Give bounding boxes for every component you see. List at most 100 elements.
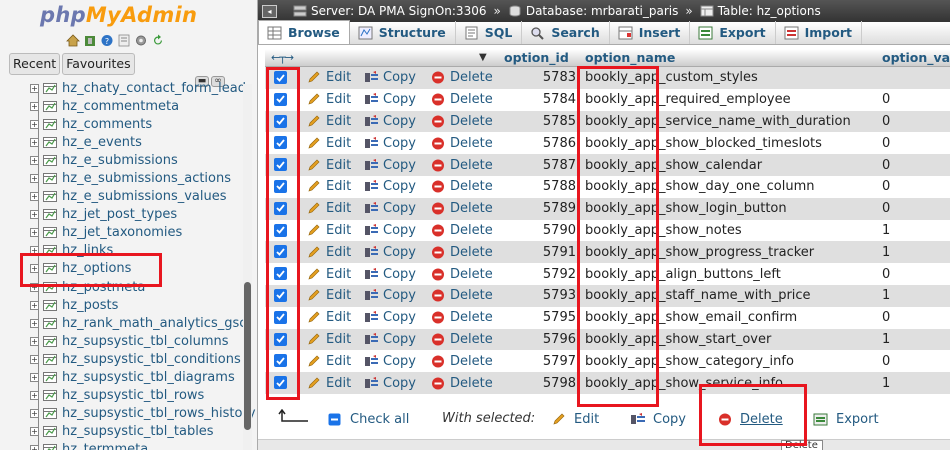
row-edit-button[interactable]: Edit xyxy=(307,114,351,129)
row-checkbox[interactable] xyxy=(274,92,287,106)
nav-table-item[interactable]: + hz_supsystic_tbl_diagrams xyxy=(30,369,242,387)
nav-table-item[interactable]: + hz_comments xyxy=(30,115,242,133)
row-edit-button[interactable]: Edit xyxy=(307,267,351,282)
reload-icon[interactable] xyxy=(151,34,165,47)
row-edit-button[interactable]: Edit xyxy=(307,158,351,173)
row-delete-button[interactable]: Delete xyxy=(431,376,493,391)
nav-table-item[interactable]: + hz_rank_math_analytics_gsc xyxy=(30,314,246,332)
row-delete-button[interactable]: Delete xyxy=(431,114,493,129)
row-edit-button[interactable]: Edit xyxy=(307,245,351,260)
nav-table-item[interactable]: + hz_termmeta xyxy=(30,441,242,450)
tab-structure[interactable]: Structure xyxy=(350,21,456,44)
row-edit-button[interactable]: Edit xyxy=(307,92,351,107)
sort-dropdown-icon[interactable]: ▼ xyxy=(479,52,487,63)
tab-import[interactable]: Import xyxy=(776,21,862,44)
expand-icon[interactable]: + xyxy=(30,174,39,184)
row-copy-button[interactable]: Copy xyxy=(364,354,416,369)
row-delete-button[interactable]: Delete xyxy=(431,267,493,282)
home-icon[interactable] xyxy=(66,34,80,47)
row-checkbox[interactable] xyxy=(274,310,287,324)
row-copy-button[interactable]: Copy xyxy=(364,201,416,216)
row-edit-button[interactable]: Edit xyxy=(307,223,351,238)
favourites-tab[interactable]: Favourites xyxy=(62,53,135,75)
column-arrows-icon[interactable]: ←┬→ xyxy=(271,51,294,64)
row-delete-button[interactable]: Delete xyxy=(431,70,493,85)
row-edit-button[interactable]: Edit xyxy=(307,288,351,303)
nav-table-item[interactable]: + hz_chaty_contact_form_lead xyxy=(30,79,246,97)
row-copy-button[interactable]: Copy xyxy=(364,70,416,85)
expand-icon[interactable]: + xyxy=(30,391,39,401)
row-copy-button[interactable]: Copy xyxy=(364,310,416,325)
tab-sql[interactable]: SQL xyxy=(456,21,523,44)
row-copy-button[interactable]: Copy xyxy=(364,245,416,260)
nav-table-item[interactable]: + hz_options xyxy=(30,260,242,278)
expand-icon[interactable]: + xyxy=(30,228,39,238)
row-delete-button[interactable]: Delete xyxy=(431,245,493,260)
nav-table-item[interactable]: + hz_jet_post_types xyxy=(30,206,242,224)
nav-table-item[interactable]: + hz_commentmeta xyxy=(30,97,242,115)
breadcrumb-table[interactable]: Table: hz_options xyxy=(718,4,821,18)
row-copy-button[interactable]: Copy xyxy=(364,92,416,107)
expand-icon[interactable]: + xyxy=(30,282,39,292)
nav-scrollbar-thumb[interactable] xyxy=(244,282,251,430)
nav-table-item[interactable]: + hz_supsystic_tbl_rows_history xyxy=(30,405,256,423)
nav-table-item[interactable]: + hz_supsystic_tbl_tables xyxy=(30,423,242,441)
bulk-edit-button[interactable]: Edit xyxy=(551,412,599,427)
breadcrumb-database[interactable]: Database: mrbarati_paris xyxy=(526,4,679,18)
column-header-option-id[interactable]: option_id xyxy=(504,50,569,65)
expand-icon[interactable]: + xyxy=(30,246,39,256)
expand-icon[interactable]: + xyxy=(30,445,39,450)
row-checkbox[interactable] xyxy=(274,267,287,281)
expand-icon[interactable]: + xyxy=(30,318,39,328)
expand-icon[interactable]: + xyxy=(30,119,39,129)
nav-table-item[interactable]: + hz_e_submissions xyxy=(30,151,242,169)
check-all[interactable]: Check all xyxy=(327,412,409,427)
bulk-copy-button[interactable]: Copy xyxy=(630,412,686,427)
row-delete-button[interactable]: Delete xyxy=(431,332,493,347)
logout-icon[interactable] xyxy=(83,34,97,47)
row-checkbox[interactable] xyxy=(274,223,287,237)
expand-icon[interactable]: + xyxy=(30,101,39,111)
row-checkbox[interactable] xyxy=(274,114,287,128)
column-header-option-value[interactable]: option_value xyxy=(882,50,950,65)
row-checkbox[interactable] xyxy=(274,332,287,346)
expand-icon[interactable]: + xyxy=(30,192,39,202)
expand-icon[interactable]: + xyxy=(30,427,39,437)
expand-icon[interactable]: + xyxy=(30,409,39,419)
recent-tab[interactable]: Recent xyxy=(9,53,61,75)
phpmyadmin-logo[interactable]: phpMyAdmin xyxy=(40,3,197,27)
nav-table-item[interactable]: + hz_postmeta xyxy=(30,278,242,296)
nav-table-item[interactable]: + hz_e_submissions_actions xyxy=(30,169,242,187)
expand-icon[interactable]: + xyxy=(30,336,39,346)
row-checkbox[interactable] xyxy=(274,136,287,150)
row-delete-button[interactable]: Delete xyxy=(431,92,493,107)
row-checkbox[interactable] xyxy=(274,71,287,84)
row-delete-button[interactable]: Delete xyxy=(431,354,493,369)
row-edit-button[interactable]: Edit xyxy=(307,332,351,347)
expand-icon[interactable]: + xyxy=(30,373,39,383)
row-edit-button[interactable]: Edit xyxy=(307,201,351,216)
nav-table-item[interactable]: + hz_e_events xyxy=(30,133,242,151)
row-delete-button[interactable]: Delete xyxy=(431,179,493,194)
row-edit-button[interactable]: Edit xyxy=(307,70,351,85)
row-checkbox[interactable] xyxy=(274,354,287,368)
row-copy-button[interactable]: Copy xyxy=(364,288,416,303)
nav-table-item[interactable]: + hz_links xyxy=(30,242,242,260)
row-copy-button[interactable]: Copy xyxy=(364,114,416,129)
tab-export[interactable]: Export xyxy=(690,21,776,44)
docs-icon[interactable] xyxy=(117,34,131,47)
row-copy-button[interactable]: Copy xyxy=(364,223,416,238)
breadcrumb-server[interactable]: Server: DA PMA SignOn:3306 xyxy=(311,4,486,18)
column-header-option-name[interactable]: option_name xyxy=(585,50,675,65)
help-icon[interactable]: ? xyxy=(100,34,114,47)
nav-table-item[interactable]: + hz_jet_taxonomies xyxy=(30,224,242,242)
row-edit-button[interactable]: Edit xyxy=(307,310,351,325)
row-copy-button[interactable]: Copy xyxy=(364,136,416,151)
expand-icon[interactable]: + xyxy=(30,210,39,220)
expand-icon[interactable]: + xyxy=(30,300,39,310)
nav-table-item[interactable]: + hz_supsystic_tbl_columns xyxy=(30,332,242,350)
row-edit-button[interactable]: Edit xyxy=(307,136,351,151)
row-delete-button[interactable]: Delete xyxy=(431,288,493,303)
row-checkbox[interactable] xyxy=(274,158,287,172)
bulk-delete-button[interactable]: Delete xyxy=(717,412,783,427)
